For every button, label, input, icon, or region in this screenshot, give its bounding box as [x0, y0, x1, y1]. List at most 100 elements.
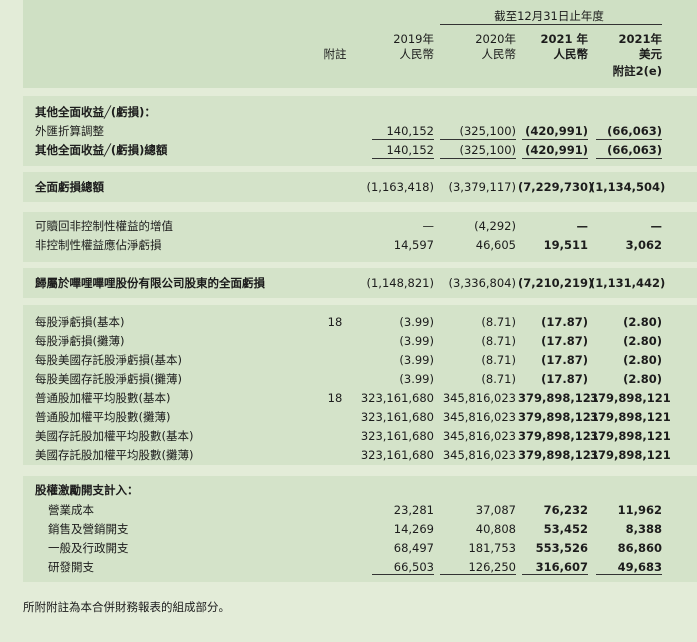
per-share-row-label: 每股淨虧損(基本)	[35, 315, 125, 329]
per-share-row-label: 普通股加權平均股數(攤薄)	[35, 410, 171, 424]
per-share-row-label: 美國存託股加權平均股數(基本)	[35, 429, 194, 443]
fx-2019: 140,152	[386, 124, 434, 138]
per-share-row-value: (3.99)	[399, 334, 434, 348]
fx-2021-usd: (66,063)	[607, 124, 662, 138]
col-2019-currency: 人民幣	[399, 47, 435, 61]
sbc-row-value: 316,607	[535, 560, 588, 574]
rule	[372, 139, 434, 140]
per-share-row-value: (2.80)	[623, 353, 662, 367]
sbc-row-label: 銷售及營銷開支	[48, 522, 129, 536]
per-share-row-value: 379,898,121	[590, 448, 671, 462]
per-share-row-label: 每股淨虧損(攤薄)	[35, 334, 125, 348]
per-share-row-value: 345,816,023	[442, 429, 516, 443]
per-share-row-value: 379,898,121	[518, 448, 599, 462]
rule	[596, 574, 662, 575]
per-share-row-value: (8.71)	[481, 315, 516, 329]
sbc-heading: 股權激勵開支計入：	[35, 483, 139, 497]
sbc-row-value: 49,683	[617, 560, 662, 574]
sbc-row-value: 66,503	[393, 560, 434, 574]
per-share-row-value: 379,898,121	[518, 410, 599, 424]
per-share-row-value: (17.87)	[541, 353, 588, 367]
fx-2021-rmb: (420,991)	[525, 124, 588, 138]
col-2019-year: 2019年	[393, 32, 434, 46]
financial-statement-page: 截至12月31日止年度 附註 2019年 人民幣 2020年 人民幣 2021 …	[0, 0, 697, 642]
sbc-row-value: 68,497	[393, 541, 434, 555]
sbc-row-value: 14,269	[393, 522, 434, 536]
rule	[372, 574, 434, 575]
per-share-row-value: (2.80)	[623, 372, 662, 386]
per-share-row-note: 18	[327, 391, 343, 405]
oci-total-label: 其他全面收益╱(虧損)總額	[35, 143, 168, 157]
fx-2020: (325,100)	[459, 124, 516, 138]
col-2020-year: 2020年	[475, 32, 516, 46]
rule	[596, 158, 662, 159]
per-share-row-value: (8.71)	[481, 372, 516, 386]
per-share-row-value: (3.99)	[399, 372, 434, 386]
rule	[522, 139, 588, 140]
fx-adjustment-label: 外匯折算調整	[35, 124, 104, 138]
per-share-row-label: 普通股加權平均股數(基本)	[35, 391, 171, 405]
oci-total-2020: (325,100)	[459, 143, 516, 157]
per-share-row-value: 379,898,121	[590, 410, 671, 424]
col-2021-rmb-year: 2021 年	[540, 32, 588, 46]
sbc-row-value: 76,232	[543, 503, 588, 517]
sbc-row-value: 37,087	[475, 503, 516, 517]
per-share-row-value: (8.71)	[481, 334, 516, 348]
attributable-loss-2019: (1,148,821)	[366, 276, 434, 290]
sbc-row-label: 研發開支	[48, 560, 94, 574]
comprehensive-loss-2020: (3,379,117)	[448, 180, 516, 194]
attributable-loss-2021-usd: (1,131,442)	[590, 276, 666, 290]
per-share-row-value: 345,816,023	[442, 410, 516, 424]
rule	[440, 139, 516, 140]
col-2021-usd-year: 2021年	[618, 32, 662, 46]
comprehensive-loss-2021-usd: (1,134,504)	[590, 180, 666, 194]
per-share-row-value: 379,898,121	[518, 391, 599, 405]
oci-total-2021-usd: (66,063)	[607, 143, 662, 157]
sbc-row-value: 181,753	[468, 541, 516, 555]
rule	[440, 574, 516, 575]
comprehensive-loss-2021-rmb: (7,229,730)	[518, 180, 594, 194]
nci-accretion-2019: —	[422, 219, 435, 233]
per-share-row-value: 323,161,680	[360, 410, 434, 424]
nci-share-label: 非控制性權益應佔淨虧損	[35, 238, 162, 252]
per-share-row-value: 345,816,023	[442, 448, 516, 462]
comprehensive-loss-2019: (1,163,418)	[366, 180, 434, 194]
nci-accretion-2021-usd: —	[650, 219, 663, 233]
per-share-row-label: 每股美國存託股淨虧損(基本)	[35, 353, 182, 367]
nci-accretion-2020: (4,292)	[474, 219, 516, 233]
rule	[522, 574, 588, 575]
per-share-row-value: 323,161,680	[360, 429, 434, 443]
nci-accretion-label: 可贖回非控制性權益的增值	[35, 219, 173, 233]
period-heading: 截至12月31日止年度	[494, 9, 604, 23]
per-share-row-value: (2.80)	[623, 315, 662, 329]
col-2021-usd-note: 附註2(e)	[612, 64, 662, 78]
attributable-loss-2020: (3,336,804)	[448, 276, 516, 290]
per-share-row-value: (3.99)	[399, 315, 434, 329]
rule	[596, 139, 662, 140]
sbc-row-label: 營業成本	[48, 503, 94, 517]
col-2020-currency: 人民幣	[481, 47, 517, 61]
per-share-row-note: 18	[327, 315, 343, 329]
per-share-row-value: (2.80)	[623, 334, 662, 348]
sbc-row-value: 86,860	[617, 541, 662, 555]
sbc-row-value: 53,452	[543, 522, 588, 536]
oci-total-2019: 140,152	[386, 143, 434, 157]
per-share-row-value: (17.87)	[541, 315, 588, 329]
comprehensive-loss-label: 全面虧損總額	[35, 180, 104, 194]
footer-note: 所附附註為本合併財務報表的組成部分。	[23, 600, 230, 614]
oci-total-2021-rmb: (420,991)	[525, 143, 588, 157]
sbc-row-value: 40,808	[475, 522, 516, 536]
period-underline	[440, 24, 662, 25]
per-share-row-label: 美國存託股加權平均股數(攤薄)	[35, 448, 194, 462]
nci-share-2019: 14,597	[393, 238, 434, 252]
per-share-row-value: 379,898,121	[518, 429, 599, 443]
nci-accretion-2021-rmb: —	[576, 219, 589, 233]
oci-heading: 其他全面收益╱(虧損)：	[35, 105, 156, 119]
sbc-row-value: 23,281	[393, 503, 434, 517]
per-share-row-value: 345,816,023	[442, 391, 516, 405]
per-share-row-value: 323,161,680	[360, 391, 434, 405]
nci-share-2020: 46,605	[475, 238, 516, 252]
per-share-row-value: (17.87)	[541, 334, 588, 348]
per-share-row-value: 379,898,121	[590, 391, 671, 405]
col-2021-rmb-currency: 人民幣	[553, 47, 589, 61]
